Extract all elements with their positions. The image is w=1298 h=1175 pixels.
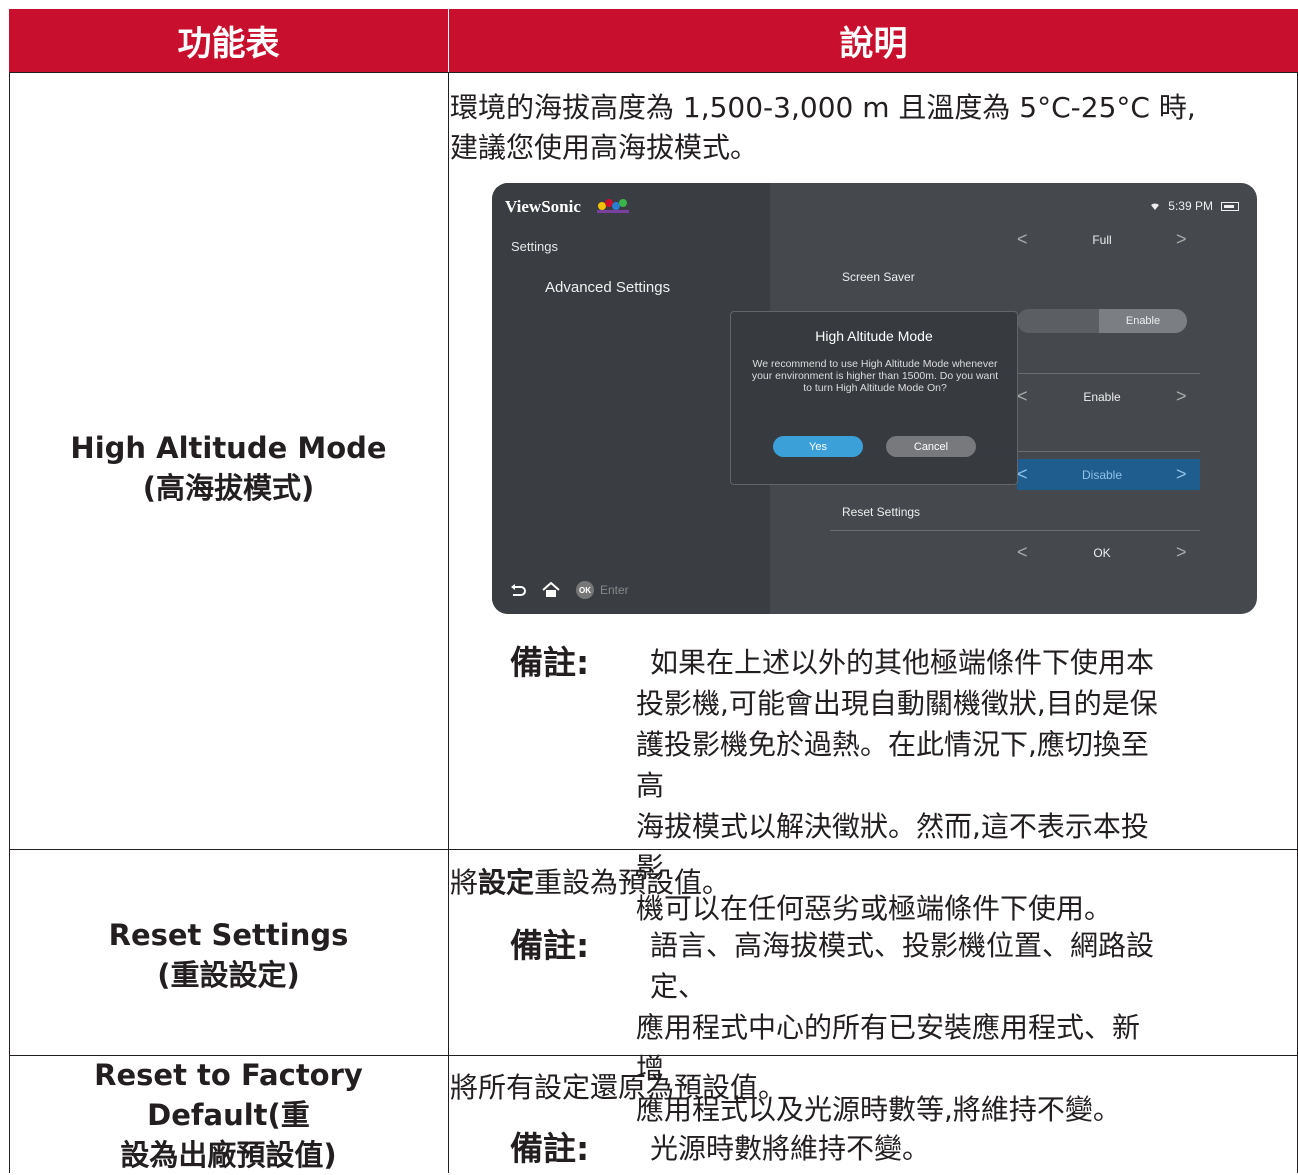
- high-altitude-dialog: High Altitude Mode We recommend to use H…: [730, 311, 1018, 485]
- desc-reset-settings: 將設定重設為預設值。: [450, 863, 730, 903]
- desc-text: 將: [450, 866, 479, 899]
- note-line: 光源時數將維持不變。: [650, 1132, 931, 1165]
- option-value: Full: [1092, 233, 1112, 247]
- column-divider: [448, 72, 449, 1173]
- feature-factory-default: Reset to Factory Default(重 設為出廠預設值): [9, 1058, 448, 1172]
- desc-high-altitude: 環境的海拔高度為 1,500-3,000 m 且溫度為 5°C-25°C 時, …: [450, 88, 1196, 168]
- desc-line: 環境的海拔高度為 1,500-3,000 m 且溫度為 5°C-25°C 時,: [450, 91, 1196, 124]
- settings-sidebar: ViewSonic Settings Advanced Settings OK …: [492, 183, 770, 614]
- ok-button-icon: OK: [576, 581, 594, 599]
- toggle-enable[interactable]: Enable: [1099, 309, 1187, 333]
- note-line: 如果在上述以外的其他極端條件下使用本: [650, 646, 1155, 679]
- note-label: 備註:: [510, 926, 590, 965]
- desc-line: 建議您使用高海拔模式。: [450, 131, 759, 164]
- projector-settings-screenshot: ViewSonic Settings Advanced Settings OK …: [492, 183, 1257, 614]
- screen-saver-label: Screen Saver: [842, 270, 915, 284]
- battery-icon: [1221, 201, 1239, 211]
- option-value: Enable: [1083, 390, 1121, 404]
- note-line: 語言、高海拔模式、投影機位置、網路設定、: [650, 929, 1155, 1003]
- back-icon[interactable]: [510, 583, 526, 597]
- feature-high-altitude: High Altitude Mode (高海拔模式): [9, 424, 448, 512]
- chevron-right-icon[interactable]: >: [1176, 386, 1187, 407]
- note-label: 備註:: [510, 643, 590, 682]
- note-text: 光源時數將維持不變。: [636, 1128, 1166, 1169]
- yes-button[interactable]: Yes: [773, 436, 863, 457]
- feature-zh: (高海拔模式): [142, 471, 315, 505]
- header-description: 說明: [448, 9, 1298, 72]
- note-reset-settings: 備註: 語言、高海拔模式、投影機位置、網路設定、 應用程式中心的所有已安裝應用程…: [510, 925, 1290, 1126]
- feature-en: Reset Settings: [108, 918, 349, 952]
- border-left: [9, 72, 10, 1173]
- dialog-title: High Altitude Mode: [815, 328, 933, 344]
- chevron-right-icon[interactable]: >: [1176, 464, 1187, 485]
- dialog-message: We recommend to use High Altitude Mode w…: [751, 358, 999, 394]
- cancel-button[interactable]: Cancel: [886, 436, 976, 457]
- note-label: 備註:: [510, 1129, 590, 1168]
- chevron-right-icon[interactable]: >: [1176, 229, 1187, 250]
- feature-zh: 設為出廠預設值): [120, 1138, 337, 1172]
- divider: [830, 530, 1200, 531]
- birds-logo-icon: [597, 199, 629, 213]
- clock: 5:39 PM: [1168, 199, 1213, 213]
- bottom-nav-bar: OK Enter: [510, 581, 629, 599]
- desc-factory-default: 將所有設定還原為預設值。: [450, 1071, 787, 1104]
- chevron-right-icon[interactable]: >: [1176, 542, 1187, 563]
- option-value: Disable: [1081, 468, 1123, 482]
- wifi-icon: [1151, 203, 1160, 210]
- feature-en: Reset to Factory Default(重: [94, 1058, 363, 1132]
- note-high-altitude: 備註: 如果在上述以外的其他極端條件下使用本 投影機,可能會出現自動關機徵狀,目…: [510, 642, 1290, 925]
- reset-settings-label: Reset Settings: [842, 505, 921, 519]
- desc-bold: 設定: [478, 866, 535, 899]
- feature-zh: (重設設定): [157, 958, 300, 992]
- viewsonic-logo: ViewSonic: [505, 197, 581, 216]
- note-factory-default: 備註: 光源時數將維持不變。: [510, 1128, 1290, 1170]
- enter-hint: Enter: [600, 583, 629, 597]
- screen-saver-toggle[interactable]: Enable: [1017, 309, 1187, 333]
- feature-reset-settings: Reset Settings (重設設定): [9, 911, 448, 999]
- desc-text: 重設為預設值。: [534, 866, 731, 899]
- home-icon[interactable]: [542, 582, 560, 598]
- note-line: 投影機,可能會出現自動關機徵狀,目的是保: [636, 687, 1158, 720]
- status-bar: 5:39 PM: [1150, 199, 1239, 213]
- option-value: OK: [1093, 546, 1111, 560]
- header-bottom-line: [9, 72, 1298, 73]
- breadcrumb-settings[interactable]: Settings: [511, 239, 558, 254]
- breadcrumb-advanced-settings[interactable]: Advanced Settings: [545, 279, 670, 296]
- header-feature: 功能表: [9, 9, 448, 72]
- note-line: 護投影機免於過熱。在此情況下,應切換至高: [636, 728, 1149, 802]
- feature-en: High Altitude Mode: [70, 431, 387, 465]
